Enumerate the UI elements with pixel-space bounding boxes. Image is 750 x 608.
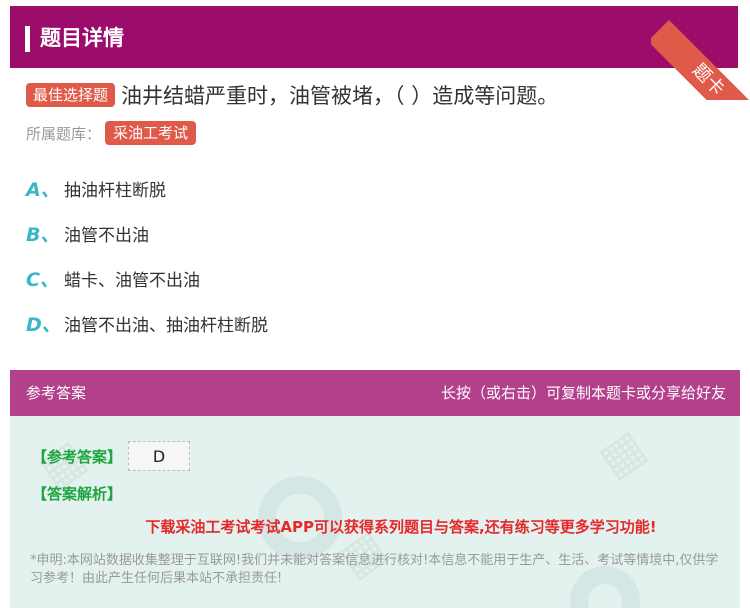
reference-answer-label: 【参考答案】 xyxy=(32,447,123,466)
answer-value: D xyxy=(128,441,191,471)
option-b[interactable]: B、 油管不出油 xyxy=(26,219,149,247)
bank-label: 所属题库： xyxy=(26,124,102,143)
option-text: 油管不出油 xyxy=(64,225,149,246)
option-letter: A、 xyxy=(26,178,60,201)
option-d[interactable]: D、 油管不出油、抽油杆柱断脱 xyxy=(26,309,268,337)
question-text: 油井结蜡严重时，油管被堵，（ ）造成等问题。 xyxy=(121,84,559,108)
watermark-icon: ▦ xyxy=(588,418,656,488)
option-letter: B、 xyxy=(26,223,60,246)
corner-ribbon: 题卡 xyxy=(651,0,750,100)
question-line: 最佳选择题 油井结蜡严重时，油管被堵，（ ）造成等问题。 xyxy=(26,80,558,110)
option-text: 蜡卡、油管不出油 xyxy=(64,270,200,291)
option-c[interactable]: C、 蜡卡、油管不出油 xyxy=(26,264,200,292)
reference-answer: 【参考答案】 D xyxy=(32,441,191,471)
bank-link[interactable]: 采油工考试 xyxy=(105,121,197,145)
answer-analysis: 【答案解析】 xyxy=(32,483,122,504)
app-download-promo[interactable]: 下载采油工考试考试APP可以获得系列题目与答案,还有练习等更多学习功能! xyxy=(10,516,740,537)
answer-panel: ▦ ▦ ▦ 【参考答案】 D 【答案解析】 下载采油工考试考试APP可以获得系列… xyxy=(10,416,740,608)
question-bank: 所属题库： 采油工考试 xyxy=(26,120,197,146)
question-type-badge: 最佳选择题 xyxy=(26,83,116,107)
disclaimer-text: *申明:本网站数据收集整理于互联网!我们并未能对答案信息进行核对!本信息不能用于… xyxy=(30,553,719,586)
page-title: 题目详情 xyxy=(40,26,124,50)
title-accent-bar xyxy=(25,26,30,52)
answer-header-title: 参考答案 xyxy=(26,384,87,402)
ribbon-label: 题卡 xyxy=(651,20,750,100)
option-text: 抽油杆柱断脱 xyxy=(64,180,166,201)
analysis-label: 【答案解析】 xyxy=(32,485,123,503)
option-letter: D、 xyxy=(26,313,61,336)
header-bar: 题目详情 xyxy=(10,6,738,68)
option-letter: C、 xyxy=(26,268,59,291)
option-a[interactable]: A、 抽油杆柱断脱 xyxy=(26,174,166,202)
answer-header: 参考答案 长按（或右击）可复制本题卡或分享给好友 xyxy=(10,370,740,416)
copy-share-hint[interactable]: 长按（或右击）可复制本题卡或分享给好友 xyxy=(441,382,726,403)
option-text: 油管不出油、抽油杆柱断脱 xyxy=(64,315,268,336)
